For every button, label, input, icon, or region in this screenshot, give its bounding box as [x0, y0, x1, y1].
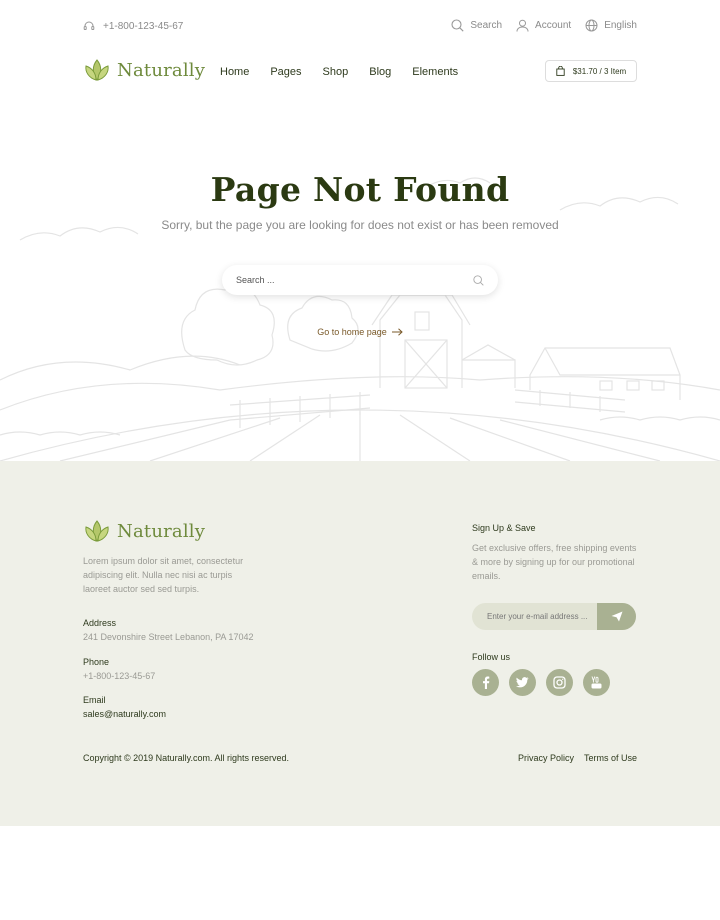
leaf-logo-icon: [85, 520, 109, 542]
top-language-label: English: [604, 20, 637, 31]
nav-item-home[interactable]: Home: [220, 66, 249, 78]
search-icon[interactable]: [473, 274, 484, 286]
top-account-label: Account: [535, 20, 572, 31]
top-phone[interactable]: +1-800-123-45-67: [83, 20, 183, 32]
page-title: Page Not Found: [210, 170, 510, 209]
footer-phone: Phone +1-800-123-45-67: [83, 657, 155, 681]
footer-address: Address 241 Devonshire Street Lebanon, P…: [83, 618, 253, 642]
arrow-right-icon: [391, 328, 403, 336]
facebook-icon: [482, 676, 489, 689]
top-language-link[interactable]: English: [585, 19, 637, 32]
top-phone-text: +1-800-123-45-67: [103, 20, 184, 32]
follow-heading: Follow us: [472, 652, 511, 662]
main-nav: Naturally Home Pages Shop Blog Elements …: [0, 56, 720, 90]
footer-logo[interactable]: Naturally: [83, 519, 205, 543]
go-home-link[interactable]: Go to home page: [0, 327, 720, 337]
instagram-button[interactable]: [546, 669, 573, 696]
footer-description: Lorem ipsum dolor sit amet, consectetur …: [83, 556, 244, 594]
cart-button[interactable]: $31.70 / 3 Item: [545, 60, 637, 82]
newsletter-form: [472, 603, 636, 630]
address-value: 241 Devonshire Street Lebanon, PA 17042: [83, 632, 254, 642]
copyright: Copyright © 2019 Naturally.com. All righ…: [83, 753, 290, 763]
top-account-link[interactable]: Account: [516, 19, 571, 32]
twitter-icon: [516, 677, 529, 688]
nav-item-elements[interactable]: Elements: [412, 66, 458, 78]
nav-item-shop[interactable]: Shop: [323, 66, 349, 78]
shopping-bag-icon: [556, 66, 565, 76]
nav-item-pages[interactable]: Pages: [270, 66, 301, 78]
footer-email: Email sales@naturally.com: [83, 695, 166, 719]
newsletter-submit-button[interactable]: [597, 603, 636, 630]
phone-value[interactable]: +1-800-123-45-67: [83, 671, 155, 681]
top-bar: +1-800-123-45-67 Search Account English: [0, 0, 720, 54]
top-search-link[interactable]: Search: [451, 19, 502, 32]
terms-of-use-link[interactable]: Terms of Use: [584, 753, 637, 763]
social-links: [472, 669, 620, 696]
email-heading: Email: [83, 695, 106, 705]
go-home-label: Go to home page: [317, 327, 387, 337]
email-value[interactable]: sales@naturally.com: [83, 709, 166, 719]
signup-heading: Sign Up & Save: [472, 523, 536, 533]
logo[interactable]: Naturally: [83, 58, 205, 82]
search-box: [222, 265, 498, 295]
not-found-hero: Page Not Found Sorry, but the page you a…: [0, 90, 720, 461]
footer-logo-text: Naturally: [117, 520, 206, 542]
headset-icon: [83, 21, 95, 30]
footer: Naturally Lorem ipsum dolor sit amet, co…: [0, 461, 720, 826]
page-subtitle: Sorry, but the page you are looking for …: [161, 218, 559, 232]
search-input[interactable]: [236, 275, 473, 285]
search-icon: [451, 19, 464, 32]
address-heading: Address: [83, 618, 117, 628]
youtube-icon: [591, 676, 602, 689]
user-icon: [516, 19, 529, 32]
nav-item-blog[interactable]: Blog: [369, 66, 391, 78]
youtube-button[interactable]: [583, 669, 610, 696]
leaf-logo-icon: [85, 59, 109, 81]
newsletter-email-input[interactable]: [472, 603, 597, 630]
privacy-policy-link[interactable]: Privacy Policy: [518, 753, 574, 763]
nav-menu: Home Pages Shop Blog Elements: [220, 66, 479, 78]
top-search-label: Search: [470, 20, 503, 31]
phone-heading: Phone: [83, 657, 110, 667]
globe-icon: [585, 19, 598, 32]
cart-summary: $31.70 / 3 Item: [572, 66, 627, 76]
send-icon: [611, 611, 622, 622]
signup-description: Get exclusive offers, free shipping even…: [472, 543, 637, 581]
facebook-button[interactable]: [472, 669, 499, 696]
instagram-icon: [553, 676, 566, 689]
logo-text: Naturally: [117, 59, 206, 81]
twitter-button[interactable]: [509, 669, 536, 696]
top-utility-links: Search Account English: [437, 19, 637, 32]
legal-links: Privacy Policy Terms of Use: [508, 753, 637, 763]
